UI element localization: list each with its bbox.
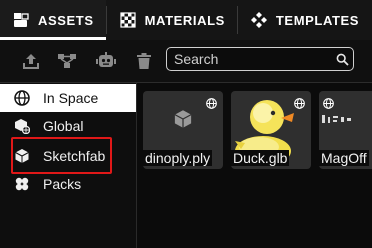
diamond-grid-icon xyxy=(250,11,268,29)
tab-label: MATERIALS xyxy=(144,12,225,28)
top-tab-bar: ASSETS MATERIALS TEMPLATES xyxy=(0,0,372,40)
tab-materials[interactable]: MATERIALS xyxy=(107,0,237,40)
cube-globe-icon xyxy=(14,118,30,134)
asset-grid: dinoply.ply Duck.glb MagOff xyxy=(137,83,372,248)
asset-card-label: MagOff xyxy=(319,150,369,166)
tab-templates[interactable]: TEMPLATES xyxy=(238,0,371,40)
sidebar-item-label: Global xyxy=(43,118,84,134)
packs-icon xyxy=(14,176,30,192)
checker-icon xyxy=(119,11,137,29)
globe-icon xyxy=(206,96,217,109)
globe-icon xyxy=(14,90,30,106)
magoff-image xyxy=(322,115,351,123)
sidebar-item-label: Sketchfab xyxy=(43,148,106,164)
asset-card-label: dinoply.ply xyxy=(143,150,213,166)
tab-label: TEMPLATES xyxy=(275,12,360,28)
upload-icon[interactable] xyxy=(20,51,42,71)
tab-label: ASSETS xyxy=(38,12,94,28)
trash-icon[interactable] xyxy=(133,51,155,71)
sidebar-item-label: In Space xyxy=(43,90,99,106)
search-box xyxy=(166,47,354,71)
asset-box-icon xyxy=(12,11,30,29)
tab-assets[interactable]: ASSETS xyxy=(0,0,106,40)
sidebar-item-sketchfab[interactable]: Sketchfab xyxy=(0,142,136,170)
robot-icon[interactable] xyxy=(95,51,117,71)
sidebar-item-packs[interactable]: Packs xyxy=(0,170,136,198)
node-graph-icon[interactable] xyxy=(56,51,78,71)
search-input[interactable] xyxy=(167,48,331,70)
search-icon[interactable] xyxy=(331,53,353,66)
sketchfab-icon xyxy=(14,148,30,164)
placeholder-cube-icon xyxy=(173,109,193,134)
sidebar-item-in-space[interactable]: In Space xyxy=(0,84,136,112)
asset-source-sidebar: In Space Global Sketchfab Packs xyxy=(0,83,137,248)
asset-card-label: Duck.glb xyxy=(231,150,290,166)
sidebar-item-global[interactable]: Global xyxy=(0,112,136,140)
globe-icon xyxy=(323,96,334,109)
sidebar-item-label: Packs xyxy=(43,176,82,192)
